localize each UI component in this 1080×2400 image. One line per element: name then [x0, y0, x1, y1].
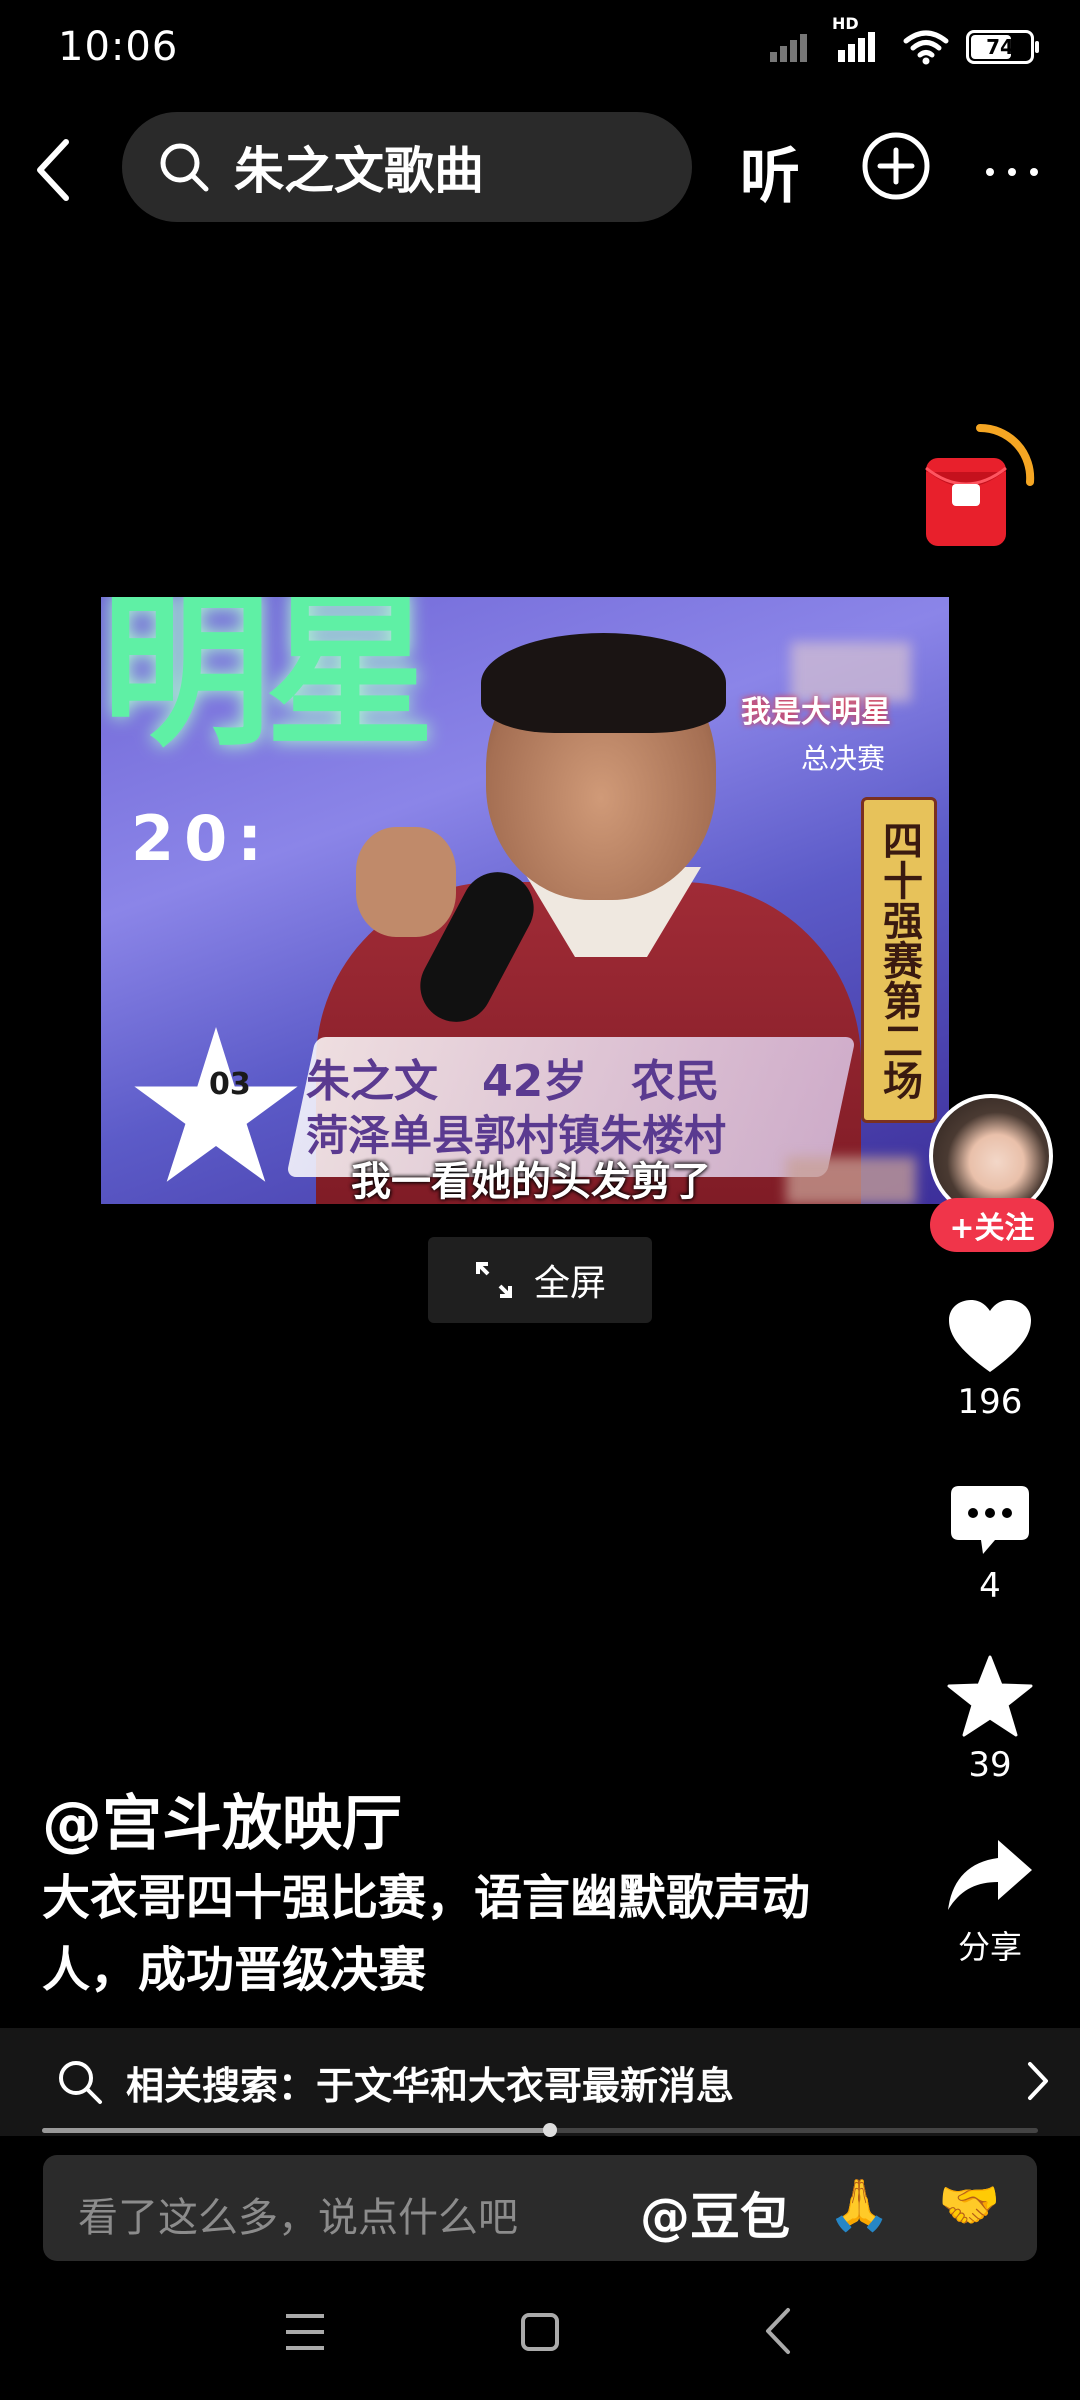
signal-hd-icon: HD — [832, 14, 886, 66]
video-person-hand — [356, 827, 456, 937]
nav-home-button[interactable] — [520, 2312, 560, 2356]
follow-button[interactable]: +关注 — [930, 1198, 1054, 1252]
search-icon — [160, 143, 209, 192]
network-label: HD — [832, 14, 859, 33]
fullscreen-button[interactable]: 全屏 — [428, 1237, 652, 1323]
square-home-icon — [521, 2313, 559, 2351]
comment-count: 4 — [979, 1566, 1001, 1606]
video-info-line1: 朱之文 42岁 农民 — [306, 1056, 720, 1107]
status-time: 10:06 — [58, 24, 179, 70]
red-packet-icon — [925, 423, 1035, 546]
video-show-sub: 总决赛 — [801, 742, 886, 775]
menu-lines-icon — [286, 2314, 324, 2350]
handshake-emoji-button[interactable]: 🤝 — [938, 2176, 1000, 2235]
nav-back-button[interactable] — [762, 2306, 792, 2360]
video-star-icon — [134, 1027, 298, 1182]
share-arrow-icon — [948, 1840, 1032, 1910]
plus-circle-icon — [862, 132, 930, 200]
video-side-panel: 四十强赛第二场 — [861, 797, 937, 1123]
favorite-count: 39 — [968, 1745, 1012, 1785]
battery-icon: 74 — [966, 30, 1039, 64]
expand-icon — [475, 1262, 512, 1298]
share-label: 分享 — [957, 1928, 1022, 1966]
favorite-button[interactable]: 39 — [940, 1655, 1040, 1785]
chevron-left-icon — [37, 139, 69, 201]
video-subtitle: 我一看她的头发剪了 — [351, 1159, 711, 1204]
heart-icon — [949, 1300, 1031, 1372]
video-overlay-time: 20: — [131, 802, 273, 875]
video-blur-watermark — [786, 1157, 916, 1204]
video-show-logo: 我是大明星 — [741, 695, 891, 730]
comment-bubble-icon — [951, 1486, 1029, 1554]
back-button[interactable] — [22, 130, 82, 210]
chevron-left-icon — [766, 2308, 790, 2354]
battery-percent: 74 — [986, 35, 1014, 59]
wifi-icon — [903, 30, 949, 65]
more-button[interactable] — [984, 140, 1040, 190]
related-search-text: 相关搜索：于文华和大衣哥最新消息 — [126, 2063, 735, 2108]
fullscreen-label: 全屏 — [533, 1263, 606, 1304]
related-search-bar[interactable]: 相关搜索：于文华和大衣哥最新消息 — [0, 2028, 1080, 2136]
progress-handle[interactable] — [543, 2123, 557, 2137]
red-packet-button[interactable] — [922, 420, 1040, 550]
status-icons: HD 74 — [770, 14, 1039, 66]
comment-button[interactable]: 4 — [940, 1484, 1040, 1606]
like-button[interactable]: 196 — [940, 1298, 1040, 1422]
author-handle[interactable]: @宫斗放映厅 — [42, 1775, 402, 1862]
nav-recents-button[interactable] — [284, 2312, 326, 2356]
chevron-right-icon — [1028, 2062, 1048, 2100]
star-icon — [947, 1655, 1033, 1737]
progress-fill — [42, 2128, 550, 2133]
add-button[interactable] — [860, 130, 932, 202]
search-query: 朱之文歌曲 — [234, 142, 484, 200]
share-button[interactable]: 分享 — [940, 1838, 1040, 1968]
search-box[interactable]: 朱之文歌曲 — [122, 112, 692, 222]
video-person-hair — [481, 633, 726, 733]
video-caption: 大衣哥四十强比赛，语言幽默歌声动人，成功晋级决赛 — [42, 1870, 811, 1998]
like-count: 196 — [957, 1382, 1023, 1422]
search-icon — [59, 2061, 102, 2104]
video-contestant-number: 03 — [209, 1067, 251, 1102]
pray-emoji-button[interactable]: 🙏 — [828, 2176, 890, 2235]
more-dots-icon — [986, 168, 1038, 176]
listen-button[interactable]: 听 — [740, 128, 800, 215]
signal-weak-icon — [770, 34, 807, 62]
video-overlay-title: 明星 — [101, 597, 435, 770]
doubao-mention-button[interactable]: @豆包 — [640, 2177, 790, 2249]
video-player[interactable]: 明星 20: 我是大明星 总决赛 四十强赛第二场 03 朱之文 42岁 农民 菏… — [101, 597, 949, 1204]
comment-placeholder: 看了这么多，说点什么吧 — [78, 2195, 518, 2241]
